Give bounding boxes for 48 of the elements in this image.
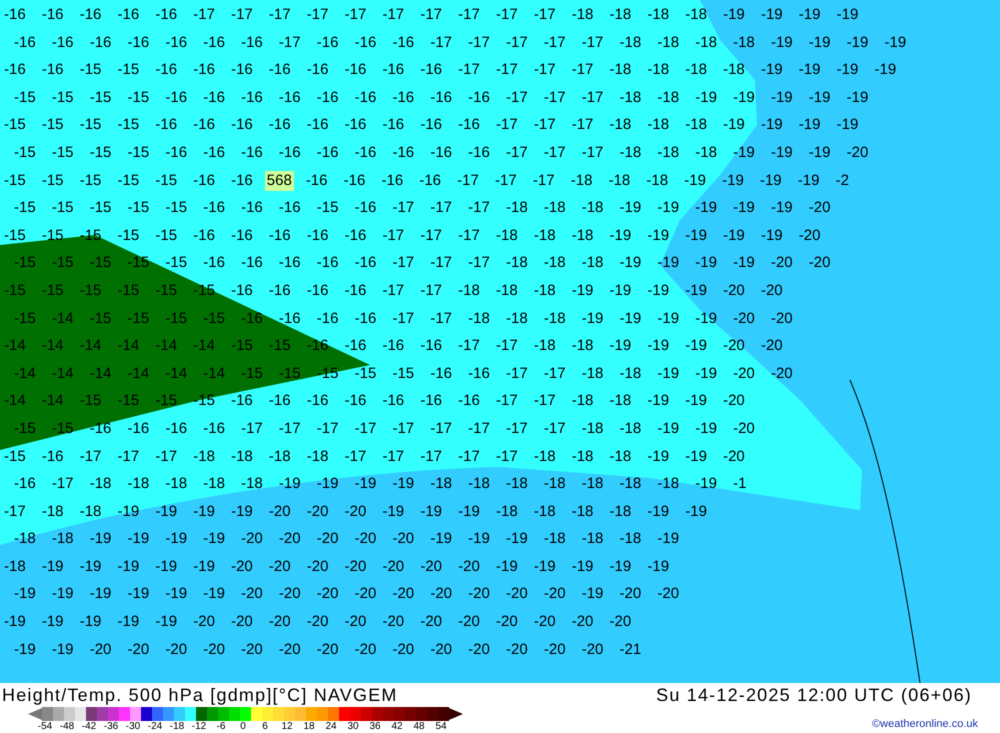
temperature-label-row-text: -18 -18 -19 -19 -19 -19 -20 -20 -20 -20 -20 -19 -19 -19 -18 -18 -18 -19 (14, 529, 680, 550)
temperature-label-row-text: -15 -15 -15 -15 -16 -16 -16 -16 -16 -16 -16 -16 -16 -17 -17 -17 -18 -18 -18 -19 -19 -19 -19 (4, 115, 860, 136)
temperature-label-row-text: -15 -16 -17 -17 -17 -18 -18 -18 -18 -17 -17 -17 -17 -17 -18 -18 -18 -19 -19 -20 (4, 446, 746, 466)
temperature-label-row-text: -17 -18 -18 -19 -19 -19 -19 -20 -20 -20 -19 -19 -19 -18 -18 -18 -18 -19 -19 (4, 502, 708, 522)
legend-tick-label: -42 (80, 721, 98, 733)
legend-tick-label: -36 (102, 721, 120, 733)
temperature-label-row-text: -15 -15 -15 -15 -15 -16 -16 -16 -16 -16 -17 -17 -17 -18 -18 -18 -19 -19 -19 -19 -20 -20 (14, 253, 832, 274)
temperature-label-row-text: -19 -19 -19 -19 -19 -19 -20 -20 -20 -20 -20 -20 -20 -20 -20 -19 -20 -20 (14, 584, 680, 604)
contour-label: 568 (264, 170, 294, 191)
legend-tick-label: -18 (168, 721, 186, 733)
legend-tick-label: 0 (239, 721, 247, 733)
temperature-label-row-text: -16 -16 -16 -16 -16 -17 -17 -17 -17 -17 -17 -17 -17 -17 -17 -18 -18 -18 -18 -19 -19 -19 -19 (4, 5, 860, 25)
legend-tick-label: 12 (280, 721, 294, 733)
legend-tick-label: 48 (412, 721, 426, 733)
legend-tick-label: 18 (302, 721, 316, 733)
temperature-label-row-text: -14 -14 -14 -14 -14 -14 -15 -15 -16 -16 -16 -16 -17 -17 -18 -18 -19 -19 -19 -20 -20 (4, 336, 784, 356)
credit-link[interactable]: ©weatheronline.co.uk (872, 718, 978, 730)
legend-tick-label: 42 (390, 721, 404, 733)
legend-tick-label: -24 (146, 721, 164, 733)
temperature-label-row-text: -16 -16 -16 -16 -17 -17 -17 -18 -18 -18 -19 -19 -19 -19 -2 (306, 170, 849, 191)
temperature-label-row-text: -15 -15 -15 -15 -15 -15 -16 -16 -16 -16 -17 -17 -18 -18 -18 -19 -19 -19 -19 -20 -20 (4, 280, 784, 301)
legend-tick-label: -48 (58, 721, 76, 733)
map-title: Height/Temp. 500 hPa [gdmp][°C] NAVGEM (2, 685, 398, 707)
legend-tick-label: -12 (190, 721, 208, 733)
legend-tick-label: 36 (368, 721, 382, 733)
temperature-label-row-text: -19 -19 -20 -20 -20 -20 -20 -20 -20 -20 -20 -20 -20 -20 -20 -20 -21 (14, 640, 642, 660)
legend-tick-label: 30 (346, 721, 360, 733)
temperature-label-row-text: -15 -15 -15 -15 -16 -16 -16 -16 -16 -16 -16 -16 -16 -17 -17 -17 -18 -18 -19 -19 -19 -19 -19 (14, 88, 870, 108)
temperature-label-row-text: -15 -15 -15 -15 -15 -16 -16 -16 -15 -16 -17 -17 -17 -18 -18 -18 -19 -19 -19 -19 -19 -20 (14, 198, 832, 218)
temperature-label-row-text: -14 -14 -14 -14 -14 -14 -15 -15 -15 -15 -15 -16 -16 -17 -17 -18 -18 -19 -19 -20 -20 (14, 364, 794, 384)
legend-tick-label: -6 (216, 721, 226, 733)
legend-tick-label: -54 (36, 721, 54, 733)
legend-left-arrow-icon (28, 708, 42, 720)
temperature-label-row-text: -19 -19 -19 -19 -19 -20 -20 -20 -20 -20 -20 -20 -20 -20 -20 -20 -20 (4, 612, 632, 632)
temperature-label-row-text: -15 -15 -15 -15 -16 -16 -16 -16 -16 -16 -16 -16 -16 -17 -17 -17 -18 -18 -18 -19 -19 -19 -20 (14, 142, 870, 163)
temperature-label-row-text: -15 -14 -15 -15 -15 -15 -16 -16 -16 -16 -17 -17 -18 -18 -18 -19 -19 -19 -19 -20 -20 (14, 308, 794, 329)
temperature-label-row-text: -16 -16 -16 -16 -16 -16 -16 -17 -16 -16 -16 -17 -17 -17 -17 -17 -18 -18 -18 -18 -19 -19 -19 -19 (14, 32, 906, 53)
legend-tick-label: -30 (124, 721, 142, 733)
valid-time: Su 14-12-2025 12:00 UTC (06+06) (656, 685, 972, 707)
legend-tick-label: 6 (261, 721, 269, 733)
temperature-label-row-text: -16 -17 -18 -18 -18 -18 -18 -19 -19 -19 -19 -18 -18 -18 -18 -18 -18 -18 -19 -1 (14, 474, 748, 494)
temperature-label-row-text: -15 -15 -15 -15 -15 -16 -16 (4, 170, 253, 191)
temperature-label-row-text: -18 -19 -19 -19 -19 -19 -20 -20 -20 -20 -20 -20 -20 -19 -19 -19 -19 -19 (4, 556, 670, 577)
legend-tick-label: 54 (434, 721, 448, 733)
legend-tick-label: 24 (324, 721, 338, 733)
temperature-label-row-text: -15 -15 -16 -16 -16 -16 -17 -17 -17 -17 -17 -17 -17 -17 -17 -18 -18 -19 -19 -20 (14, 418, 756, 439)
legend-right-arrow-icon (449, 708, 463, 720)
temperature-label-row-text: -16 -16 -15 -15 -16 -16 -16 -16 -16 -16 -16 -16 -17 -17 -17 -17 -18 -18 -18 -18 -19 -19 -19 -19 (4, 60, 898, 80)
